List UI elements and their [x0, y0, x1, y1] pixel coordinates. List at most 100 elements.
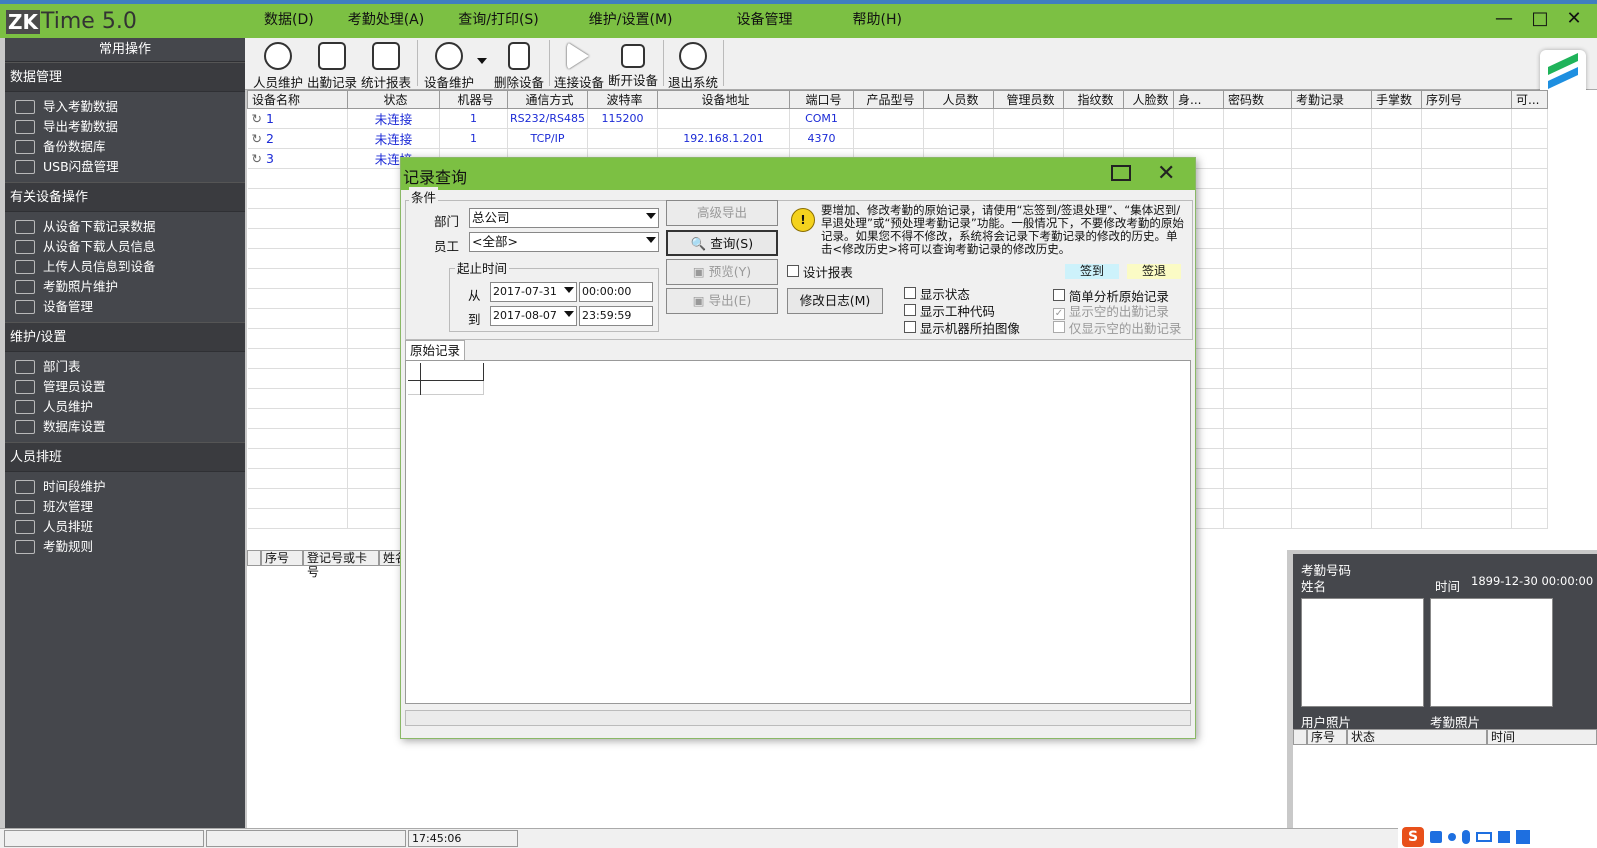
col-header[interactable]: 可... [1511, 90, 1548, 109]
col-header[interactable]: 密码数 [1223, 90, 1292, 109]
tab-raw-records[interactable]: 原始记录 [405, 340, 465, 360]
reports-button[interactable]: 统计报表 [361, 38, 411, 90]
col-header[interactable]: 产品型号 [853, 90, 924, 109]
col-header[interactable]: 考勤记录 [1291, 90, 1372, 109]
sidebar-group-scheduling[interactable]: 人员排班 [5, 442, 245, 472]
raw-records-grid [405, 360, 1191, 704]
sidebar: 常用操作 数据管理 导入考勤数据 导出考勤数据 备份数据库 USB闪盘管理 有关… [5, 38, 245, 828]
col-header[interactable]: 设备名称 [247, 90, 348, 109]
sidebar-group-maintenance[interactable]: 维护/设置 [5, 322, 245, 352]
col-header[interactable]: 身... [1173, 90, 1224, 109]
device-maintenance-button[interactable]: 设备维护 [421, 38, 477, 90]
maximize-icon[interactable]: □ [1528, 8, 1552, 30]
emp-select[interactable]: <全部> [469, 232, 659, 252]
col-header[interactable]: 波特率 [587, 90, 658, 109]
col-header[interactable]: 序号 [261, 550, 303, 566]
dept-select[interactable]: 总公司 [469, 208, 659, 228]
col-header[interactable]: 管理员数 [993, 90, 1064, 109]
connect-device-button[interactable]: 连接设备 [553, 38, 605, 90]
col-header[interactable]: 登记号或卡号 [303, 550, 379, 579]
sidebar-item-download-records[interactable]: 从设备下载记录数据 [5, 217, 245, 237]
from-time-spinner[interactable]: 00:00:00 [579, 282, 653, 302]
database-icon [15, 420, 35, 434]
from-date-picker[interactable]: 2017-07-31 [490, 282, 577, 302]
col-header[interactable]: 时间 [1487, 729, 1597, 745]
col-header[interactable]: 设备地址 [657, 90, 790, 109]
to-time-spinner[interactable]: 23:59:59 [579, 306, 653, 326]
col-header[interactable]: 通信方式 [507, 90, 588, 109]
sidebar-item-time-periods[interactable]: 时间段维护 [5, 477, 245, 497]
menu-help[interactable]: 帮助(H) [853, 8, 902, 32]
sidebar-item-download-users[interactable]: 从设备下载人员信息 [5, 237, 245, 257]
table-row[interactable]: ↻ 2 未连接 1 TCP/IP 192.168.1.201 4370 [247, 128, 1548, 149]
show-machine-image-checkbox[interactable]: 显示机器所拍图像 [904, 318, 1020, 337]
sidebar-header: 常用操作 [5, 38, 245, 62]
user-icon [15, 380, 35, 394]
sidebar-item-upload-users[interactable]: 上传人员信息到设备 [5, 257, 245, 277]
menu-query-print[interactable]: 查询/打印(S) [458, 8, 539, 32]
warning-icon: ! [791, 208, 815, 232]
upload-icon [15, 260, 35, 274]
ime-toolbar[interactable]: S [1398, 826, 1597, 848]
menu-data[interactable]: 数据(D) [264, 8, 314, 32]
col-header[interactable]: 机器号 [439, 90, 508, 109]
col-header[interactable]: 序列号 [1421, 90, 1512, 109]
sidebar-item-personnel[interactable]: 人员维护 [5, 397, 245, 417]
dialog-scrollbar[interactable] [405, 710, 1191, 726]
col-header[interactable]: 序号 [1307, 729, 1347, 745]
preview-button[interactable]: ▣ 预览(Y) [666, 259, 778, 285]
sidebar-item-device-mgmt[interactable]: 设备管理 [5, 297, 245, 317]
sidebar-item-departments[interactable]: 部门表 [5, 357, 245, 377]
query-button[interactable]: 🔍 查询(S) [666, 230, 778, 256]
sidebar-item-schedule[interactable]: 人员排班 [5, 517, 245, 537]
device-dropdown-button[interactable] [477, 38, 491, 90]
menu-attendance[interactable]: 考勤处理(A) [348, 8, 425, 32]
design-report-checkbox[interactable]: 设计报表 [787, 262, 853, 281]
modify-log-button[interactable]: 修改日志(M) [787, 288, 883, 314]
table-row[interactable]: ↻ 1 未连接 1 RS232/RS485 115200 COM1 [247, 108, 1548, 129]
sidebar-item-backup[interactable]: 备份数据库 [5, 137, 245, 157]
sidebar-item-usb[interactable]: USB闪盘管理 [5, 157, 245, 177]
only-empty-checkbox[interactable]: 仅显示空的出勤记录 [1053, 318, 1181, 337]
sidebar-item-admins[interactable]: 管理员设置 [5, 377, 245, 397]
col-header[interactable]: 手掌数 [1371, 90, 1422, 109]
sidebar-item-import[interactable]: 导入考勤数据 [5, 97, 245, 117]
export-button[interactable]: ▣ 导出(E) [666, 288, 778, 314]
status-time: 17:45:06 [408, 830, 518, 847]
notice-text: 要增加、修改考勤的原始记录，请使用“忘签到/签退处理”、“集体迟到/早退处理”或… [821, 204, 1184, 256]
menu-device-management[interactable]: 设备管理 [737, 8, 793, 32]
personnel-button[interactable]: 人员维护 [253, 38, 303, 90]
sidebar-group-device[interactable]: 有关设备操作 [5, 182, 245, 212]
col-header[interactable]: 状态 [1347, 729, 1487, 745]
sidebar-item-shifts[interactable]: 班次管理 [5, 497, 245, 517]
dialog-maximize-icon[interactable] [1111, 165, 1131, 181]
attendance-records-button[interactable]: 出勤记录 [307, 38, 357, 90]
to-date-picker[interactable]: 2017-08-07 [490, 306, 577, 326]
dialog-close-icon[interactable]: ✕ [1157, 161, 1175, 186]
minimize-icon[interactable]: — [1492, 8, 1516, 30]
col-header[interactable]: 端口号 [789, 90, 854, 109]
disconnect-device-button[interactable]: 断开设备 [607, 38, 659, 90]
grid-header: 设备名称 状态 机器号 通信方式 波特率 设备地址 端口号 产品型号 人员数 管… [247, 90, 1548, 109]
col-header[interactable]: 指纹数 [1063, 90, 1124, 109]
name-label: 姓名 [1301, 579, 1327, 594]
sidebar-item-database[interactable]: 数据库设置 [5, 417, 245, 437]
col-header[interactable]: 人员数 [923, 90, 994, 109]
close-icon[interactable]: ✕ [1562, 8, 1586, 30]
user-photo [1301, 598, 1424, 707]
col-header[interactable]: 人脸数 [1123, 90, 1174, 109]
microphone-icon [1462, 830, 1470, 844]
sidebar-item-photos[interactable]: 考勤照片维护 [5, 277, 245, 297]
exit-system-button[interactable]: 退出系统 [667, 38, 719, 90]
sidebar-item-export[interactable]: 导出考勤数据 [5, 117, 245, 137]
col-header[interactable]: 状态 [347, 90, 440, 109]
sidebar-item-rules[interactable]: 考勤规则 [5, 537, 245, 557]
advanced-export-button[interactable]: 高级导出 [666, 200, 778, 226]
sidebar-group-data[interactable]: 数据管理 [5, 62, 245, 92]
keyboard-icon [1476, 832, 1492, 842]
menu-maintenance[interactable]: 维护/设置(M) [589, 8, 673, 32]
chevron-down-icon [564, 287, 574, 293]
delete-device-button[interactable]: 删除设备 [493, 38, 545, 90]
refresh-icon: ↻ [251, 131, 262, 146]
logo-time: Time 5.0 [41, 9, 137, 34]
